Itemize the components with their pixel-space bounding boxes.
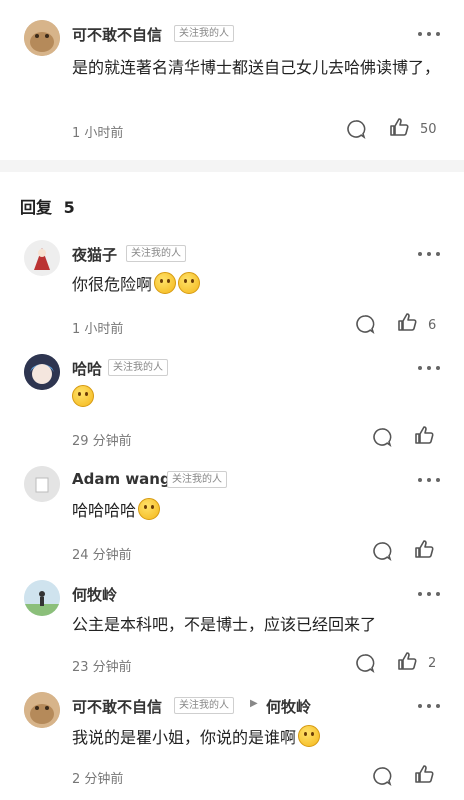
- follow-badge: 关注我的人: [126, 245, 186, 262]
- more-options-icon[interactable]: [418, 366, 440, 370]
- emoji-icon: [298, 725, 321, 747]
- reply-text: 公主是本科吧，不是博士，应该已经回来了: [72, 615, 377, 634]
- more-options-icon[interactable]: [418, 32, 440, 36]
- reply-time: 2 分钟前: [72, 772, 124, 787]
- like-count: 2: [428, 656, 437, 671]
- follow-badge: 关注我的人: [174, 697, 234, 714]
- emoji-icon: [72, 385, 94, 407]
- avatar[interactable]: [24, 466, 60, 502]
- comment-icon[interactable]: [346, 119, 366, 139]
- reply-text: 哈哈哈哈: [72, 497, 161, 525]
- follow-badge: 关注我的人: [167, 471, 227, 488]
- like-icon[interactable]: [397, 312, 417, 332]
- follow-badge: 关注我的人: [174, 25, 234, 42]
- avatar[interactable]: [24, 20, 60, 56]
- emoji-icon: [138, 498, 161, 520]
- more-options-icon[interactable]: [418, 592, 440, 596]
- emoji-icon: [154, 272, 177, 294]
- reply-time: 24 分钟前: [72, 548, 132, 563]
- comment-icon[interactable]: [372, 427, 392, 447]
- reply-to-username[interactable]: 何牧岭: [266, 696, 311, 717]
- comment-icon[interactable]: [372, 766, 392, 786]
- reply-text: 你很危险啊: [72, 271, 201, 299]
- reply-text-content: 你很危险啊: [72, 275, 153, 294]
- avatar[interactable]: [24, 692, 60, 728]
- reply-text: 我说的是瞿小姐，你说的是谁啊: [72, 724, 321, 752]
- reply-arrow-icon: ▶: [250, 698, 258, 709]
- emoji-icon: [178, 272, 201, 294]
- username[interactable]: 可不敢不自信: [72, 24, 162, 45]
- more-options-icon[interactable]: [418, 704, 440, 708]
- username[interactable]: 夜猫子: [72, 244, 117, 265]
- comment-text: 是的就连著名清华博士都送自己女儿去哈佛读博了，: [72, 58, 441, 77]
- avatar[interactable]: [24, 580, 60, 616]
- comment-icon[interactable]: [355, 314, 375, 334]
- reply-text-content: 我说的是瞿小姐，你说的是谁啊: [72, 728, 297, 747]
- replies-header: 回复 5: [20, 194, 75, 218]
- comment-icon[interactable]: [355, 653, 375, 673]
- username[interactable]: 哈哈: [72, 358, 102, 379]
- like-count: 50: [420, 122, 437, 137]
- reply-text: [72, 384, 94, 412]
- like-icon[interactable]: [414, 539, 434, 559]
- like-icon[interactable]: [414, 425, 434, 445]
- reply-text-content: 哈哈哈哈: [72, 501, 137, 520]
- username[interactable]: Adam wang: [72, 470, 171, 488]
- like-icon[interactable]: [389, 117, 409, 137]
- replies-label: 回复: [20, 198, 53, 217]
- follow-badge: 关注我的人: [108, 359, 168, 376]
- username[interactable]: 可不敢不自信: [72, 696, 162, 717]
- reply-time: 1 小时前: [72, 322, 124, 337]
- comment-icon[interactable]: [372, 541, 392, 561]
- avatar[interactable]: [24, 354, 60, 390]
- reply-time: 29 分钟前: [72, 434, 132, 449]
- replies-count: 5: [63, 198, 75, 217]
- like-icon[interactable]: [414, 764, 434, 784]
- like-icon[interactable]: [397, 651, 417, 671]
- more-options-icon[interactable]: [418, 252, 440, 256]
- avatar[interactable]: [24, 240, 60, 276]
- section-divider: [0, 160, 464, 172]
- like-count: 6: [428, 318, 437, 333]
- more-options-icon[interactable]: [418, 478, 440, 482]
- reply-time: 23 分钟前: [72, 660, 132, 675]
- comment-time: 1 小时前: [72, 126, 124, 141]
- username[interactable]: 何牧岭: [72, 584, 117, 605]
